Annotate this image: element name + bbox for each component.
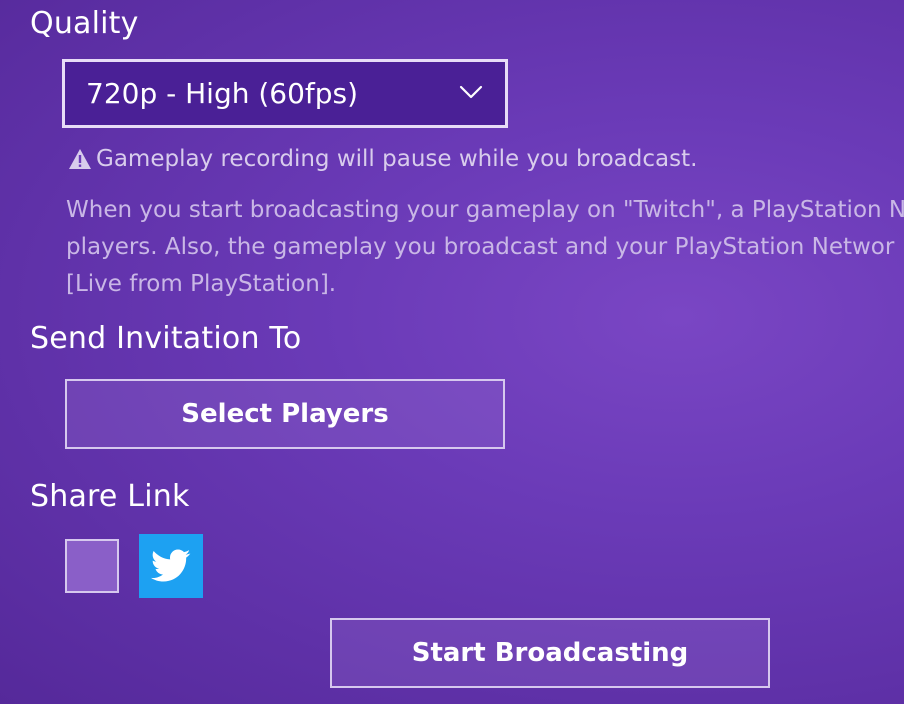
select-players-button[interactable]: Select Players bbox=[65, 379, 505, 449]
description-line: players. Also, the gameplay you broadcas… bbox=[66, 234, 895, 260]
twitter-icon bbox=[151, 549, 191, 582]
start-broadcasting-button[interactable]: Start Broadcasting bbox=[330, 618, 770, 688]
description-line: [Live from PlayStation]. bbox=[66, 271, 337, 297]
description-line: When you start broadcasting your gamepla… bbox=[66, 197, 904, 223]
quality-heading: Quality bbox=[30, 6, 139, 41]
broadcast-description: When you start broadcasting your gamepla… bbox=[66, 192, 904, 303]
twitter-share-button[interactable] bbox=[139, 534, 203, 598]
warning-icon bbox=[69, 149, 91, 169]
warning-text: Gameplay recording will pause while you … bbox=[96, 146, 698, 172]
broadcast-warning: Gameplay recording will pause while you … bbox=[68, 146, 697, 172]
chevron-down-icon bbox=[459, 85, 483, 99]
share-link-checkbox[interactable] bbox=[65, 539, 119, 593]
quality-selected-value: 720p - High (60fps) bbox=[86, 77, 359, 110]
send-invitation-heading: Send Invitation To bbox=[30, 321, 302, 356]
share-link-heading: Share Link bbox=[30, 479, 190, 514]
quality-dropdown[interactable]: 720p - High (60fps) bbox=[62, 59, 508, 128]
